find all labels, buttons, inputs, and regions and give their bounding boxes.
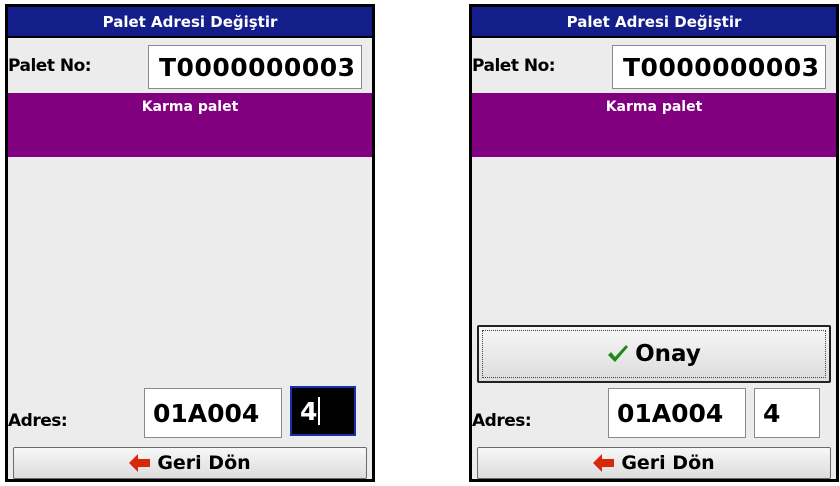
palet-no-label: Palet No: [472,56,556,76]
device-screen-editing: Palet Adresi Değiştir Palet No: T0000000… [5,4,375,482]
adres-field[interactable]: 01A004 [608,388,746,438]
confirm-button-label: Onay [635,341,701,367]
adres-label: Adres: [8,411,68,431]
adres-field[interactable]: 01A004 [144,388,282,438]
palet-no-label: Palet No: [8,56,92,76]
left-arrow-icon [593,454,615,472]
adres-sequence-value: 4 [300,396,318,426]
back-button-label: Geri Dön [157,452,251,474]
adres-sequence-field[interactable]: 4 [290,386,356,436]
left-arrow-icon [129,454,151,472]
back-button-label: Geri Dön [621,452,715,474]
palet-no-field[interactable]: T0000000003 [148,45,362,89]
palet-type-banner: Karma palet [8,93,372,157]
text-cursor [318,397,321,425]
adres-label: Adres: [472,411,532,431]
confirm-button[interactable]: Onay [477,325,831,383]
back-button[interactable]: Geri Dön [477,447,831,479]
palet-type-banner: Karma palet [472,93,836,157]
screen-title: Palet Adresi Değiştir [472,7,836,38]
device-screen-confirm: Palet Adresi Değiştir Palet No: T0000000… [469,4,839,482]
screen-title: Palet Adresi Değiştir [8,7,372,38]
check-icon [607,344,629,364]
adres-sequence-field[interactable]: 4 [754,388,820,438]
back-button[interactable]: Geri Dön [13,447,367,479]
palet-no-field[interactable]: T0000000003 [612,45,826,89]
